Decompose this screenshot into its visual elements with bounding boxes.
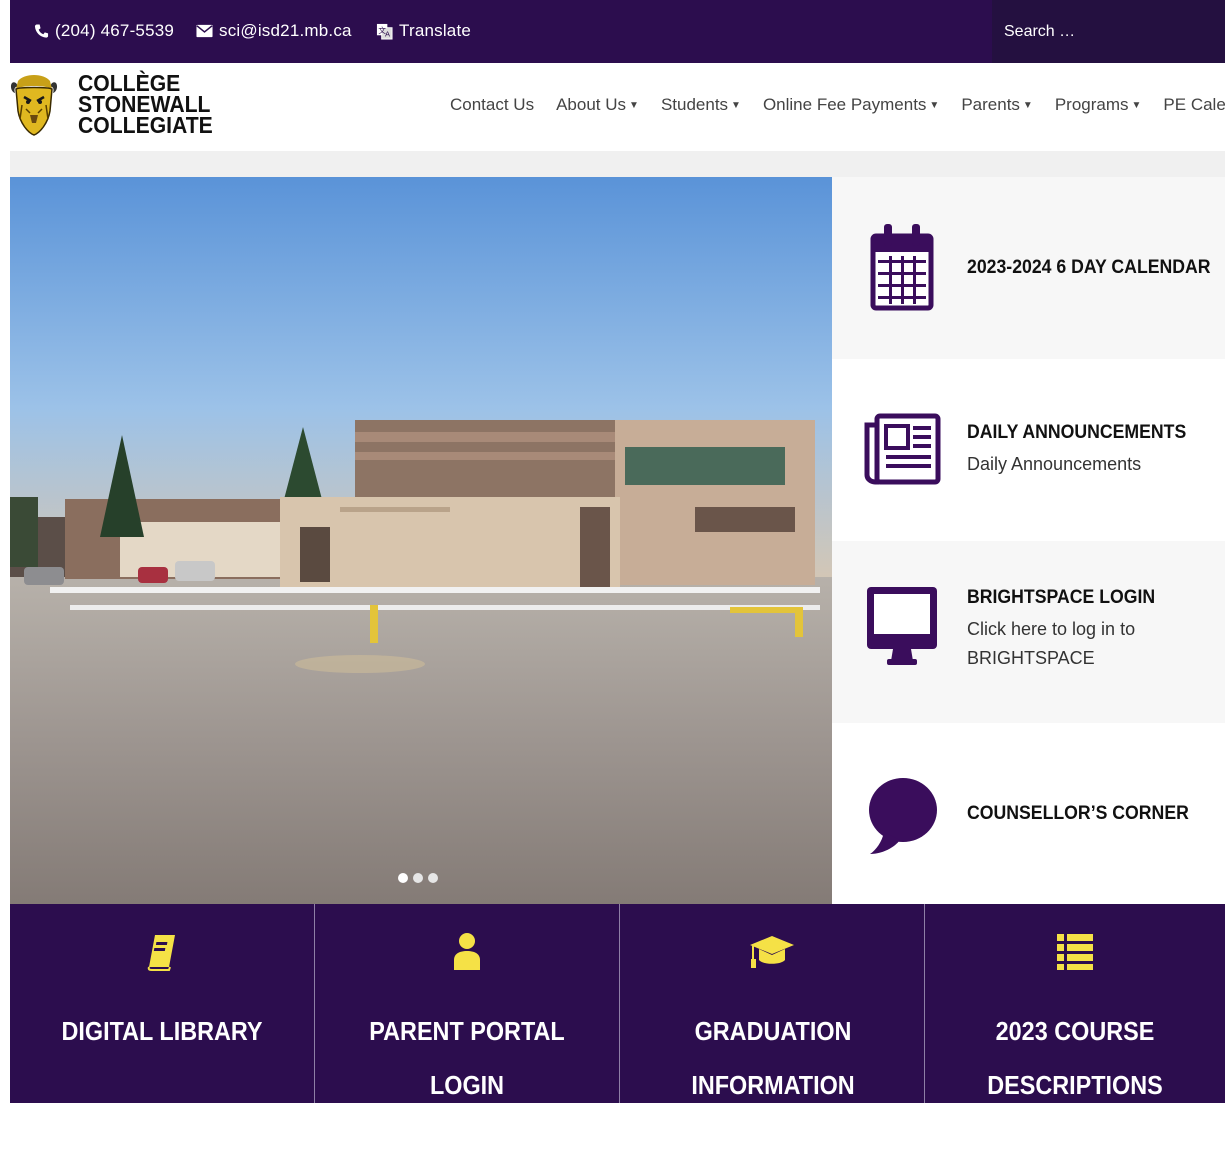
envelope-icon	[196, 24, 213, 38]
bottom-link-bar: DIGITAL LIBRARY PARENT PORTAL LOGIN GRAD…	[10, 904, 1225, 1154]
newspaper-icon	[864, 413, 941, 485]
search-box	[992, 0, 1225, 63]
user-icon	[454, 933, 480, 970]
nav-parents[interactable]: Parents ▼	[961, 95, 1033, 115]
svg-text:A: A	[385, 29, 391, 38]
tile-subtitle: Daily Announcements	[967, 453, 1142, 474]
phone-icon	[34, 24, 49, 38]
caret-down-icon: ▼	[1131, 99, 1142, 111]
nav-about-us[interactable]: About Us ▼	[556, 95, 639, 115]
main-nav: Contact Us About Us ▼ Students ▼ Online Fe…	[450, 95, 1225, 115]
graduation-cap-icon	[750, 936, 794, 968]
site-header: COLLÈGE STONEWALL COLLEGIATE Contact Us …	[10, 63, 1225, 151]
caret-down-icon: ▼	[929, 99, 940, 111]
nav-pe-calendar[interactable]: PE Calendar	[1163, 95, 1225, 115]
phone-link[interactable]: (204) 467-5539	[34, 20, 174, 42]
top-bar: (204) 467-5539 sci@isd21.mb.ca 文A Transl…	[10, 0, 1225, 63]
nav-label: Parents	[961, 95, 1020, 114]
tile-brightspace-login[interactable]: BRIGHTSPACE LOGIN Click here to log in t…	[832, 541, 1225, 723]
list-icon	[1057, 934, 1093, 970]
link-digital-library[interactable]: DIGITAL LIBRARY	[10, 904, 315, 1103]
link-course-descriptions[interactable]: 2023 COURSE DESCRIPTIONS	[925, 904, 1225, 1103]
link-label: GRADUATION INFORMATION (UPDATED)	[691, 1016, 855, 1154]
carousel-dot-3[interactable]	[428, 873, 438, 883]
nav-label: PE Calendar	[1163, 95, 1225, 114]
phone-number: (204) 467-5539	[55, 21, 175, 40]
caret-down-icon: ▼	[629, 99, 639, 111]
book-icon	[147, 935, 175, 971]
email-address: sci@isd21.mb.ca	[219, 21, 352, 40]
translate-icon: 文A	[376, 23, 393, 40]
link-graduation-information[interactable]: GRADUATION INFORMATION (UPDATED)	[620, 904, 925, 1154]
tile-counsellors-corner[interactable]: COUNSELLOR’S CORNER	[832, 723, 1225, 905]
nav-students[interactable]: Students ▼	[661, 95, 741, 115]
tile-day-calendar[interactable]: 2023-2024 6 DAY CALENDAR	[832, 177, 1225, 359]
link-label: PARENT PORTAL LOGIN	[369, 1016, 565, 1100]
tile-title: 2023-2024 6 DAY CALENDAR	[967, 257, 1211, 278]
translate-label: Translate	[399, 21, 472, 40]
ram-mascot-logo[interactable]	[10, 75, 58, 137]
quick-link-tiles: 2023-2024 6 DAY CALENDAR DAILY ANNOUNCEM…	[832, 177, 1225, 905]
speech-bubble-icon	[869, 778, 937, 854]
tile-title: COUNSELLOR’S CORNER	[967, 803, 1189, 824]
nav-contact-us[interactable]: Contact Us	[450, 95, 534, 115]
link-label: DIGITAL LIBRARY	[61, 1016, 263, 1046]
monitor-icon	[867, 587, 937, 665]
caret-down-icon: ▼	[731, 99, 741, 111]
tile-title: BRIGHTSPACE LOGIN	[967, 587, 1156, 608]
caret-down-icon: ▼	[1022, 99, 1033, 111]
search-input[interactable]	[1002, 21, 1206, 42]
tile-daily-announcements[interactable]: DAILY ANNOUNCEMENTS Daily Announcements	[832, 359, 1225, 541]
calendar-icon	[870, 224, 934, 311]
carousel-dots	[398, 873, 443, 883]
carousel-dot-1[interactable]	[398, 873, 408, 883]
email-link[interactable]: sci@isd21.mb.ca	[196, 20, 352, 42]
tile-title: DAILY ANNOUNCEMENTS	[967, 421, 1187, 443]
logo-line-3: COLLEGIATE	[78, 112, 213, 138]
carousel-dot-2[interactable]	[413, 873, 423, 883]
link-label: 2023 COURSE DESCRIPTIONS	[987, 1016, 1163, 1100]
school-name-logo[interactable]: COLLÈGE STONEWALL COLLEGIATE	[78, 72, 213, 138]
nav-label: Contact Us	[450, 95, 535, 114]
nav-label: Programs	[1054, 95, 1129, 114]
tile-subtitle: Click here to log in to BRIGHTSPACE	[967, 619, 1136, 668]
nav-label: Online Fee Payments	[762, 95, 927, 114]
hero-carousel[interactable]	[10, 177, 832, 904]
nav-label: About Us	[556, 95, 627, 114]
school-building-photo	[10, 177, 832, 904]
nav-label: Students	[660, 95, 729, 114]
nav-programs[interactable]: Programs ▼	[1055, 95, 1142, 115]
nav-online-fee-payments[interactable]: Online Fee Payments ▼	[763, 95, 939, 115]
header-divider	[10, 151, 1225, 177]
translate-link[interactable]: 文A Translate	[376, 20, 471, 42]
link-parent-portal-login[interactable]: PARENT PORTAL LOGIN	[315, 904, 620, 1103]
